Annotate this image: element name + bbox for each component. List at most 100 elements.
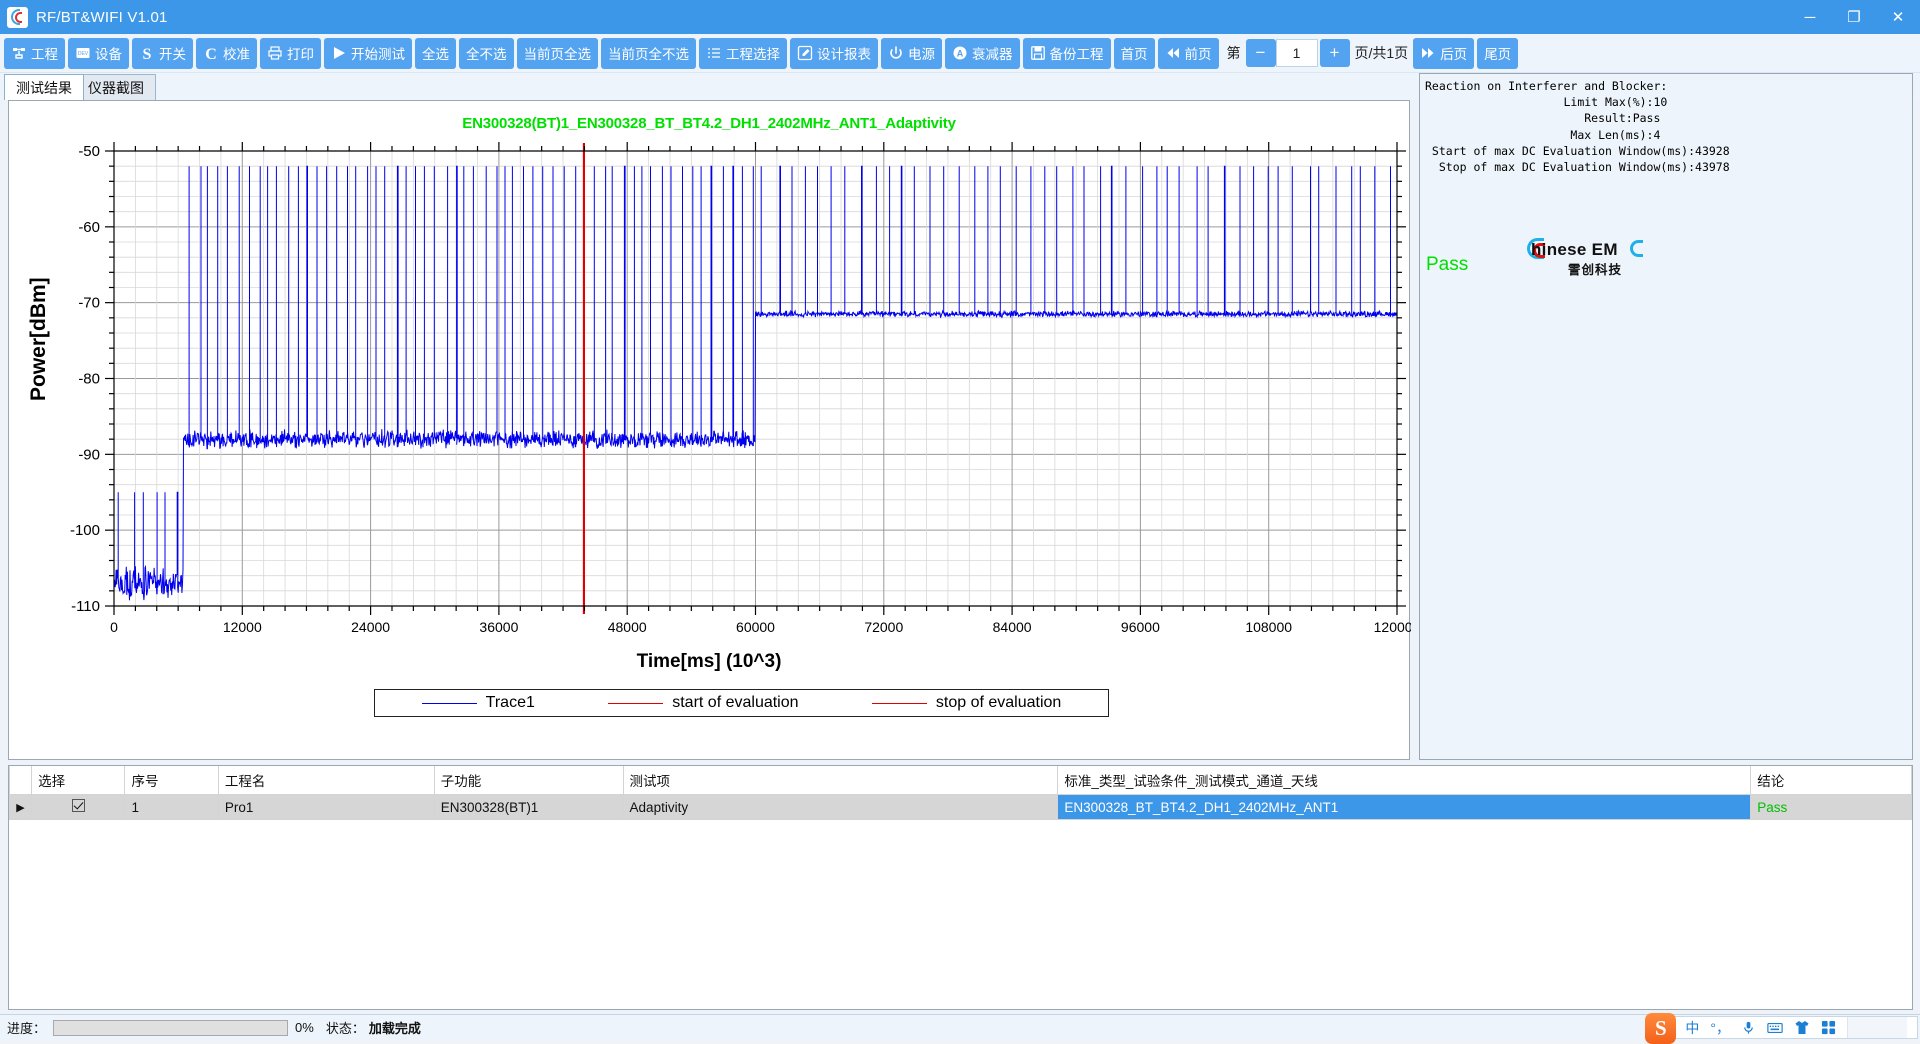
result-info-panel: Reaction on Interferer and Blocker: Limi… <box>1419 73 1913 760</box>
pager-prefix-label: 第 <box>1226 45 1241 61</box>
svg-text:84000: 84000 <box>993 619 1032 635</box>
toolbar-button-select-page[interactable]: 当前页全选 <box>516 37 598 69</box>
svg-text:48000: 48000 <box>608 619 647 635</box>
table-row[interactable]: ▶ 1 Pro1 EN300328(BT)1 Adaptivity EN3003… <box>9 794 1912 820</box>
toolbar-button-calibrate[interactable]: C 校准 <box>196 37 257 69</box>
toolbar-button-label: 后页 <box>1440 47 1468 62</box>
table-header-row: 选择 序号 工程名 子功能 测试项 标准_类型_试验条件_测试模式_通道_天线 … <box>9 766 1912 795</box>
toolbar-button-first-page[interactable]: 首页 <box>1113 37 1155 69</box>
page-increment-button[interactable]: + <box>1319 39 1350 67</box>
sogou-logo-icon[interactable]: S <box>1645 1013 1677 1044</box>
toolbar-button-deselect-page[interactable]: 当前页全不选 <box>601 37 696 69</box>
printer-icon <box>267 45 283 61</box>
legend-item-trace1: Trace1 <box>421 694 535 712</box>
page-decrement-button[interactable]: − <box>1245 39 1276 67</box>
ime-tail-area <box>1847 1017 1907 1038</box>
legend-swatch-line <box>421 702 477 704</box>
legend-label: stop of evaluation <box>935 694 1062 711</box>
toolbar-button-prev-page[interactable]: 前页 <box>1157 37 1219 69</box>
row-checkbox-cell[interactable] <box>31 794 126 820</box>
row-index: 1 <box>124 794 219 820</box>
toolbar-button-label: 备份工程 <box>1049 47 1104 62</box>
table-header-project[interactable]: 工程名 <box>217 766 435 795</box>
table-header-conclusion[interactable]: 结论 <box>1750 766 1912 795</box>
toolbar-button-select-all[interactable]: 全选 <box>415 37 456 69</box>
row-conclusion: Pass <box>1750 794 1912 820</box>
svg-text:-60: -60 <box>78 219 100 236</box>
toolbar-button-label: 设计报表 <box>817 47 871 62</box>
legend-item-stop-evaluation: stop of evaluation <box>871 694 1062 712</box>
window-title: RF/BT&WIFI V1.01 <box>36 8 168 26</box>
legend-item-start-evaluation: start of evaluation <box>608 694 799 712</box>
minimize-button[interactable]: ─ <box>1788 0 1832 34</box>
skin-shirt-icon[interactable] <box>1794 1020 1810 1035</box>
app-logo-icon <box>7 6 28 28</box>
punctuation-icon[interactable]: °， <box>1710 1018 1730 1038</box>
microphone-icon[interactable] <box>1741 1020 1756 1035</box>
table-header-select[interactable]: 选择 <box>31 766 126 795</box>
power-icon <box>888 45 904 61</box>
prev-page-icon <box>1165 45 1181 61</box>
calibrate-c-icon: C <box>203 45 219 61</box>
tab-test-results[interactable]: 测试结果 <box>4 74 84 100</box>
svg-text:-110: -110 <box>71 598 100 615</box>
table-header-marker <box>9 766 33 795</box>
toolbar-button-label: 校准 <box>223 47 250 62</box>
toolbar-button-last-page[interactable]: 尾页 <box>1477 37 1519 69</box>
toolbar-button-label: 尾页 <box>1484 47 1512 62</box>
tab-instrument-screenshot[interactable]: 仪器截图 <box>76 74 156 100</box>
application-window: RF/BT&WIFI V1.01 ─ ❐ ✕ 工程 DEV 设备 S 开关 C … <box>0 0 1920 1044</box>
toolbar-button-backup-project[interactable]: 备份工程 <box>1022 37 1111 69</box>
svg-text:0: 0 <box>110 619 118 635</box>
svg-text:12000: 12000 <box>223 619 262 635</box>
row-subfunction: EN300328(BT)1 <box>433 794 624 820</box>
close-button[interactable]: ✕ <box>1876 0 1920 34</box>
keyboard-icon[interactable] <box>1767 1021 1783 1035</box>
result-info-text: Reaction on Interferer and Blocker: Limi… <box>1425 79 1730 175</box>
toolbar-button-project[interactable]: 工程 <box>4 37 65 69</box>
tab-label: 仪器截图 <box>88 79 144 96</box>
toolbar-button-next-page[interactable]: 后页 <box>1413 37 1475 69</box>
toolbar-button-label: 工程选择 <box>726 47 780 62</box>
table-header-subfunction[interactable]: 子功能 <box>433 766 624 795</box>
toolbar-button-label: 设备 <box>95 47 122 62</box>
toolbar-button-project-select[interactable]: 工程选择 <box>699 37 787 69</box>
pager-suffix-label: 页/共1页 <box>1354 45 1409 61</box>
svg-text:108000: 108000 <box>1245 619 1292 635</box>
chinese-mode-icon[interactable]: 中 <box>1685 1018 1699 1038</box>
row-checkbox[interactable] <box>71 799 85 812</box>
toolbar-button-start-test[interactable]: 开始测试 <box>324 37 412 69</box>
svg-text:-100: -100 <box>70 522 100 539</box>
logo-text-chinese: 霅创科技 <box>1568 263 1623 277</box>
maximize-button[interactable]: ❐ <box>1832 0 1876 34</box>
state-label: 状态： <box>325 1021 365 1036</box>
row-project-name: Pro1 <box>217 794 435 820</box>
table-header-test-item[interactable]: 测试项 <box>622 766 1059 795</box>
toolbar-button-switch[interactable]: S 开关 <box>132 37 193 69</box>
tab-label: 测试结果 <box>16 79 72 96</box>
toolbar-button-attenuator[interactable]: A 衰减器 <box>945 37 1020 69</box>
toolbar-button-label: 电源 <box>908 47 935 62</box>
toolbox-grid-icon[interactable] <box>1821 1020 1836 1035</box>
table-header-standard[interactable]: 标准_类型_试验条件_测试模式_通道_天线 <box>1057 766 1752 795</box>
chart-legend: Trace1 start of evaluation stop of evalu… <box>374 689 1109 717</box>
toolbar-button-print[interactable]: 打印 <box>260 37 321 69</box>
toolbar-button-power[interactable]: 电源 <box>881 37 942 69</box>
toolbar-button-device[interactable]: DEV 设备 <box>68 37 129 69</box>
row-standard: EN300328_BT_BT4.2_DH1_2402MHz_ANT1 <box>1057 794 1752 820</box>
page-number-input[interactable] <box>1275 39 1318 67</box>
list-icon <box>706 45 722 61</box>
title-bar: RF/BT&WIFI V1.01 ─ ❐ ✕ <box>0 0 1920 34</box>
ime-toolbar[interactable]: S 中 °， <box>1645 1013 1918 1044</box>
chart-plot-area[interactable]: -50 -60 -70 -80 -90 -100 -110 0 12000 24000 36000 4… <box>9 101 1421 761</box>
attenuator-icon: A <box>952 45 968 61</box>
toolbar-button-label: 全选 <box>422 47 449 62</box>
svg-text:60000: 60000 <box>736 619 775 635</box>
results-table[interactable]: 选择 序号 工程名 子功能 测试项 标准_类型_试验条件_测试模式_通道_天线 … <box>8 765 1913 1010</box>
edit-report-icon <box>797 45 813 61</box>
next-page-icon <box>1420 45 1436 61</box>
table-header-index[interactable]: 序号 <box>124 766 219 795</box>
progress-bar <box>53 1019 289 1036</box>
toolbar-button-deselect-all[interactable]: 全不选 <box>459 37 514 69</box>
toolbar-button-design-report[interactable]: 设计报表 <box>790 37 878 69</box>
